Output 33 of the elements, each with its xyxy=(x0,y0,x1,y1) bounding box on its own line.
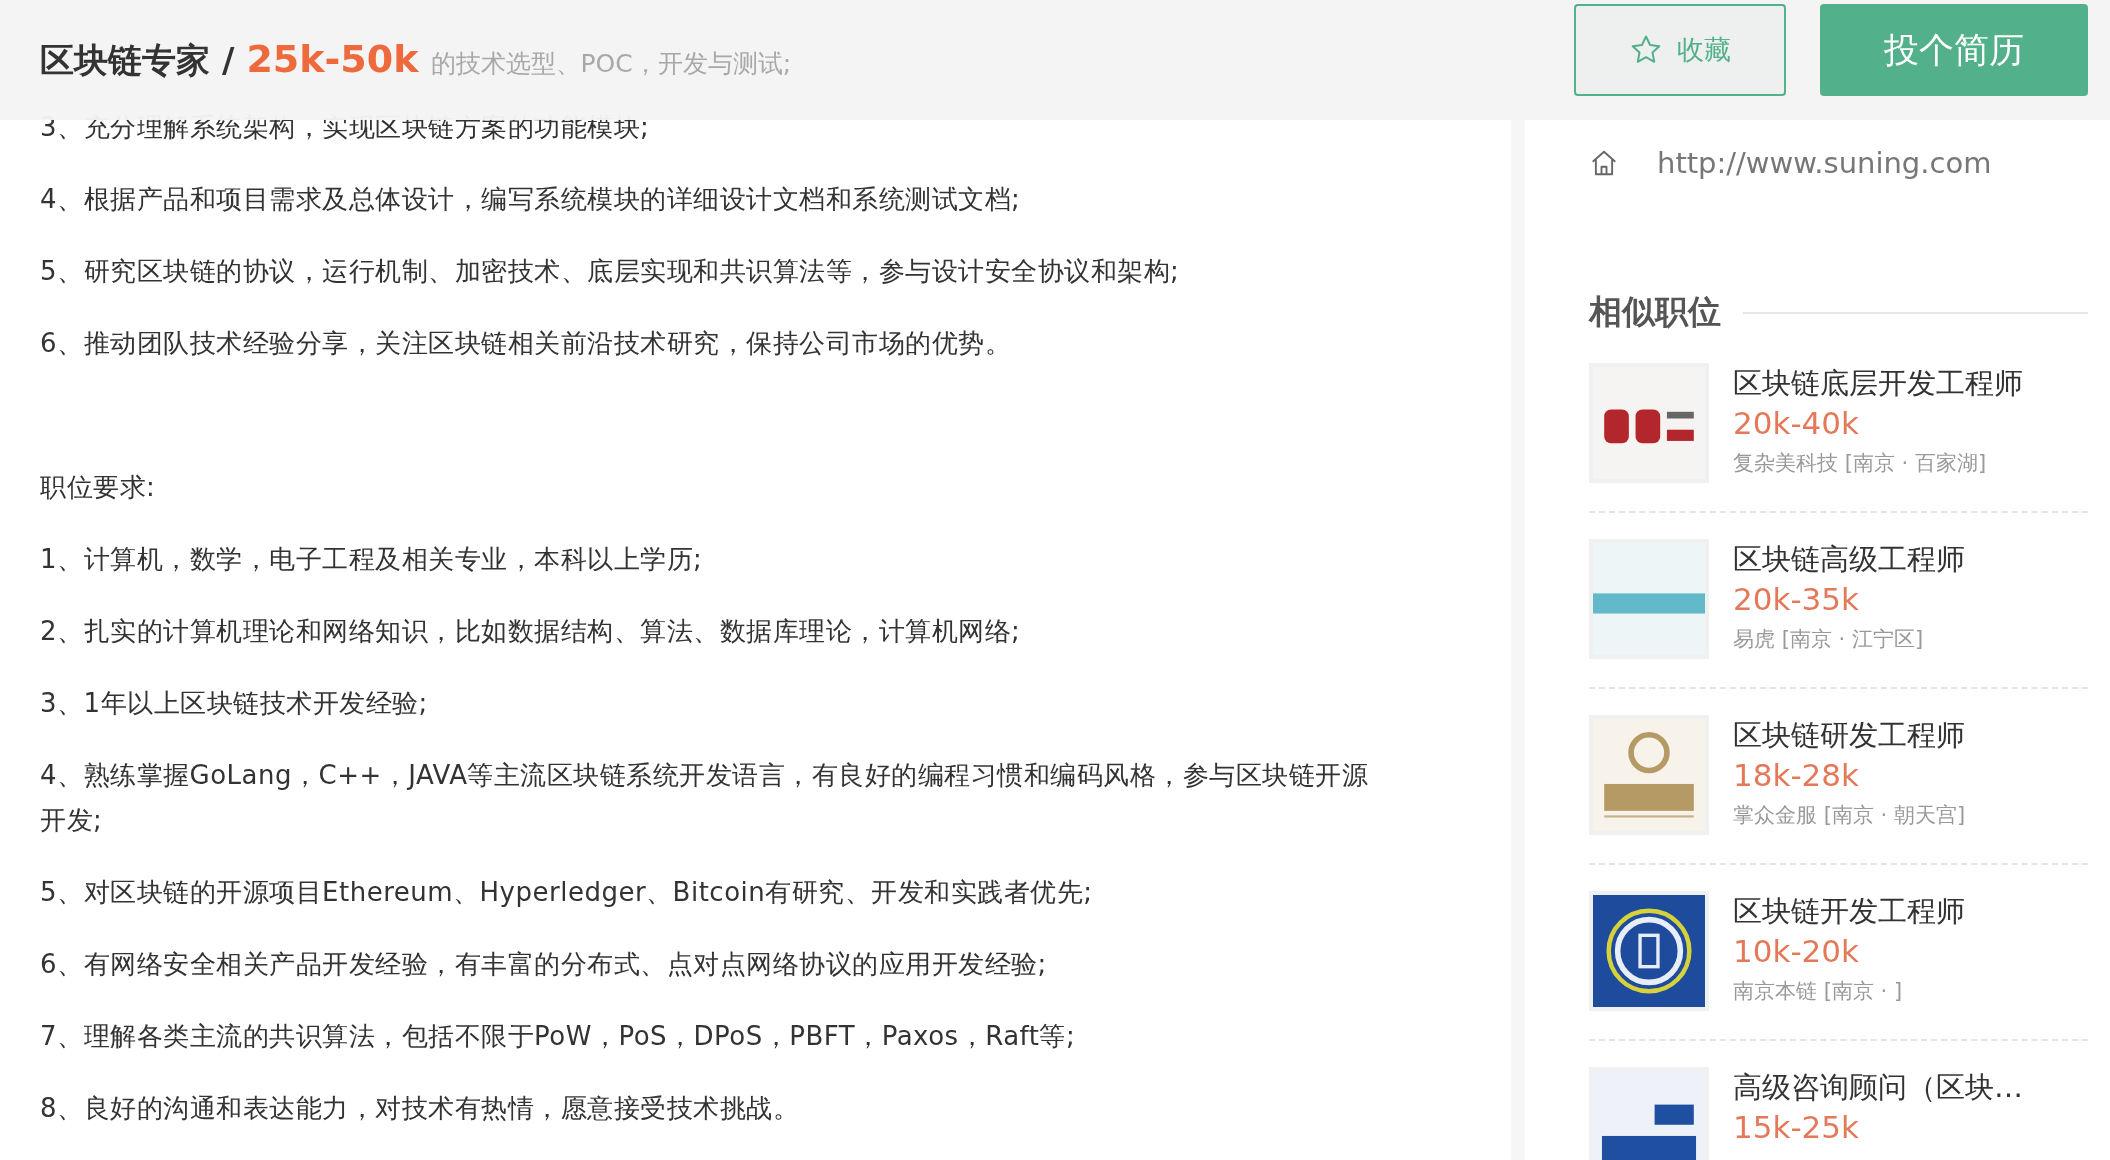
requirement-text: 7、理解各类主流的共识算法，包括不限于PoW，PoS，DPoS，PBFT，Paxos，Raft等; xyxy=(40,1020,1077,1053)
job-title-link[interactable]: 区块链高级工程师 xyxy=(1733,539,1965,579)
requirement-text: 8、良好的沟通和表达能力，对技术有热情，愿意接受技术挑战。 xyxy=(40,1092,801,1125)
website-link[interactable]: http://www.suning.com xyxy=(1657,146,1992,180)
company-location: 易虎 [南京 · 江宁区] xyxy=(1733,626,1925,653)
duty-text: 3、充分理解系统架构，实现区块链方案的功能模块; xyxy=(40,111,651,144)
background-text: 的技术选型、POC，开发与测试; xyxy=(430,47,792,80)
salary: 20k-40k xyxy=(1733,404,1860,443)
duty-text: 6、推动团队技术经验分享，关注区块链相关前沿技术研究，保持公司市场的优势。 xyxy=(40,327,1013,360)
company-location: 复杂美科技 [南京 · 百家湖] xyxy=(1733,450,1988,477)
job-title: 区块链专家 xyxy=(40,38,210,82)
company-location: 掌众金服 [南京 · 朝天宫] xyxy=(1733,802,1966,829)
requirement-text: 4、熟练掌握GoLang，C++，JAVA等主流区块链系统开发语言，有良好的编程习惯和编码风格，参与区块链开源开发; xyxy=(40,759,1370,837)
job-title-link[interactable]: 区块链底层开发工程师 xyxy=(1733,363,2023,403)
duty-text: 5、研究区块链的协议，运行机制、加密技术、底层实现和共识算法等，参与设计安全协议和架构; xyxy=(40,255,1181,288)
requirement-text: 6、有网络安全相关产品开发经验，有丰富的分布式、点对点网络协议的应用开发经验; xyxy=(40,948,1048,981)
salary: 15k-25k xyxy=(1733,1108,1860,1147)
salary: 18k-28k xyxy=(1733,756,1860,795)
salary: 20k-35k xyxy=(1733,580,1860,619)
separator: / xyxy=(222,39,235,80)
job-title-link[interactable]: 区块链开发工程师 xyxy=(1733,891,1965,931)
requirement-text: 2、扎实的计算机理论和网络知识，比如数据结构、算法、数据库理论，计算机网络; xyxy=(40,615,1022,648)
requirement-text: 5、对区块链的开源项目Ethereum、Hyperledger、Bitcoin有研究、开发和实践者优先; xyxy=(40,876,1094,909)
requirements-heading: 职位要求: xyxy=(40,471,157,504)
company-location: 南京本链 [南京 · ] xyxy=(1733,978,1904,1005)
salary: 10k-20k xyxy=(1733,932,1860,971)
job-title-link[interactable]: 区块链研发工程师 xyxy=(1733,715,1966,755)
job-title-link[interactable]: 高级咨询顾问（区块… xyxy=(1733,1067,2023,1107)
salary: 25k-50k xyxy=(246,36,419,81)
requirement-text: 1、计算机，数学，电子工程及相关专业，本科以上学历; xyxy=(40,543,704,576)
duty-text: 4、根据产品和项目需求及总体设计，编写系统模块的详细设计文档和系统测试文档; xyxy=(40,183,1022,216)
section-heading: 相似职位 xyxy=(1589,291,1721,333)
requirement-text: 3、1年以上区块链技术开发经验; xyxy=(40,687,429,720)
